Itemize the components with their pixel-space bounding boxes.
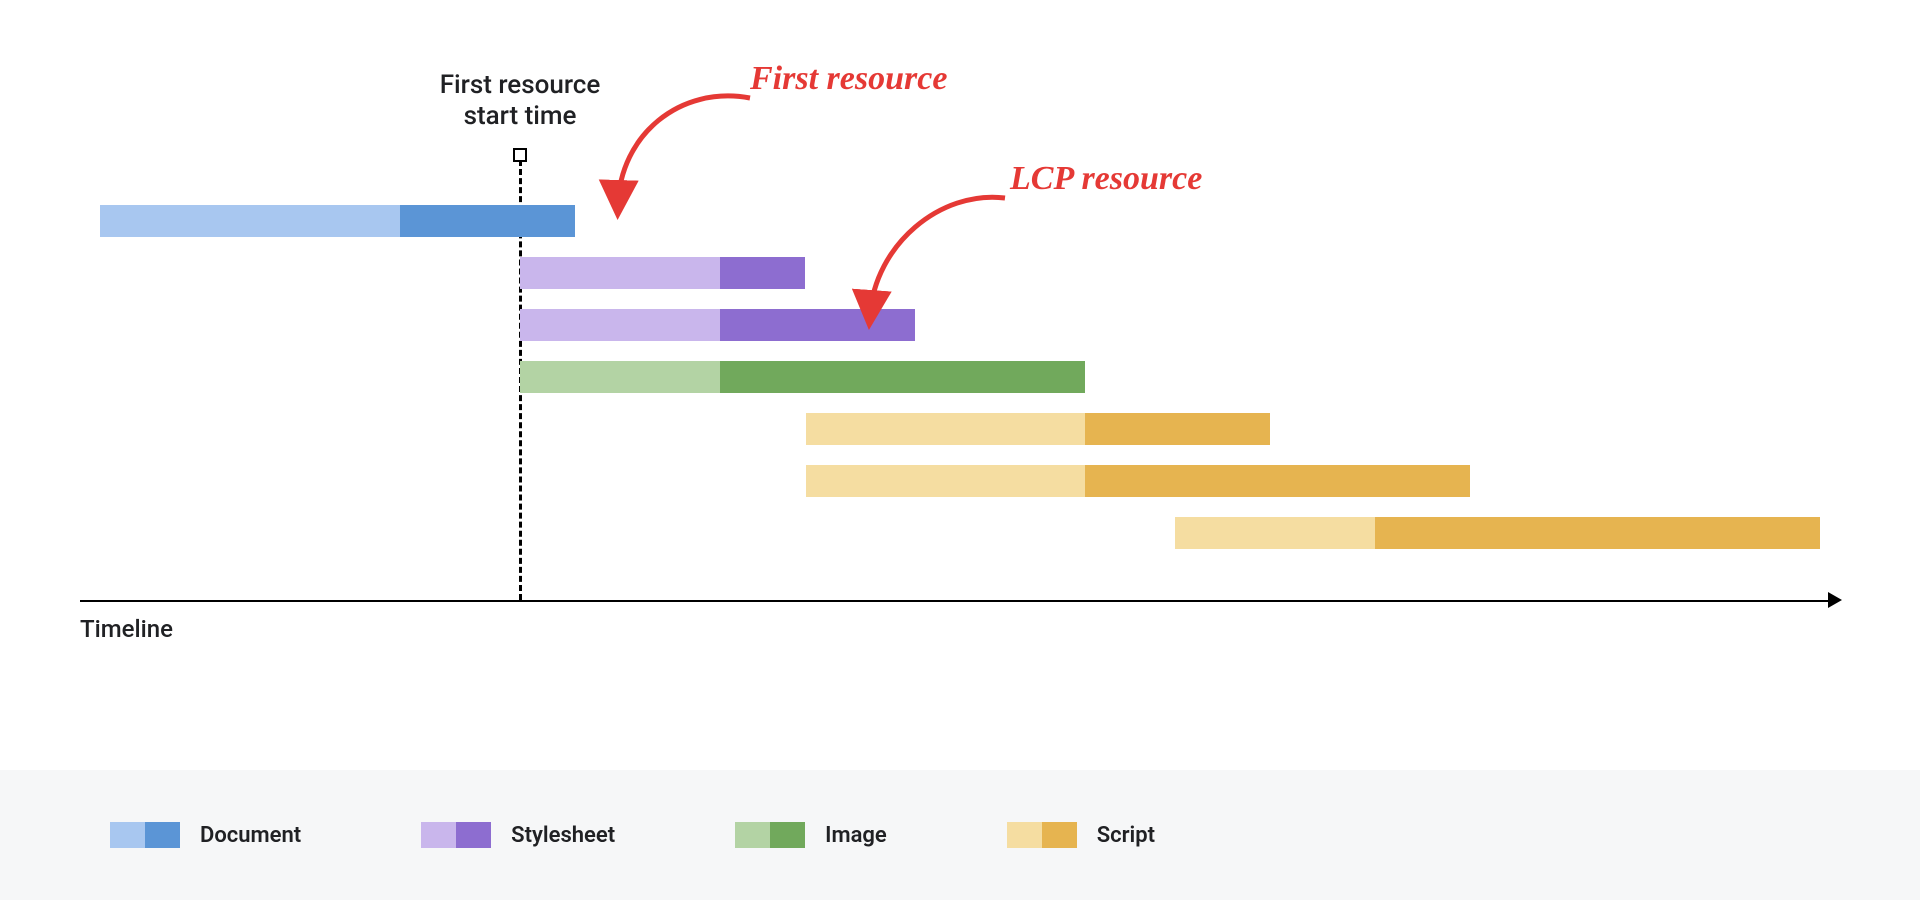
bar-segment-wait [520, 361, 720, 393]
bar-segment-wait [100, 205, 400, 237]
axis-arrowhead-icon [1828, 592, 1842, 608]
legend-label: Image [825, 823, 887, 848]
bar-segment-download [400, 205, 575, 237]
timeline-axis [80, 600, 1830, 602]
bar-segment-wait [520, 257, 720, 289]
bar-row [1175, 517, 1820, 549]
bar-segment-wait [806, 413, 1085, 445]
legend-item: Image [735, 822, 887, 848]
legend-label: Script [1097, 823, 1155, 848]
annotation-first-resource: First resource [750, 60, 947, 98]
legend-item: Document [110, 822, 301, 848]
bar-segment-wait [1175, 517, 1375, 549]
bar-row [806, 413, 1270, 445]
bar-row [520, 257, 805, 289]
legend: Document Stylesheet Image Script [0, 770, 1920, 900]
bar-row [806, 465, 1470, 497]
arrow-first-resource-icon [590, 80, 760, 220]
legend-item: Stylesheet [421, 822, 615, 848]
bar-segment-wait [520, 309, 720, 341]
legend-swatch-icon [1007, 822, 1077, 848]
bar-segment-download [1085, 413, 1270, 445]
chart-area: First resource start time Timeline First… [100, 70, 1820, 680]
marker-label-line2: start time [464, 101, 577, 131]
arrow-lcp-resource-icon [840, 180, 1020, 330]
bar-segment-download [1085, 465, 1470, 497]
marker-label-line1: First resource [440, 70, 601, 100]
diagram-canvas: First resource start time Timeline First… [0, 0, 1920, 900]
legend-swatch-icon [735, 822, 805, 848]
bar-row [100, 205, 575, 237]
bar-segment-wait [806, 465, 1085, 497]
bar-segment-download [720, 361, 1085, 393]
bar-segment-download [720, 257, 805, 289]
bar-row [520, 361, 1085, 393]
annotation-lcp-resource: LCP resource [1010, 160, 1202, 198]
bar-segment-download [1375, 517, 1820, 549]
legend-label: Stylesheet [511, 823, 615, 848]
legend-swatch-icon [421, 822, 491, 848]
legend-label: Document [200, 823, 301, 848]
legend-swatch-icon [110, 822, 180, 848]
axis-label: Timeline [80, 615, 173, 643]
legend-item: Script [1007, 822, 1155, 848]
